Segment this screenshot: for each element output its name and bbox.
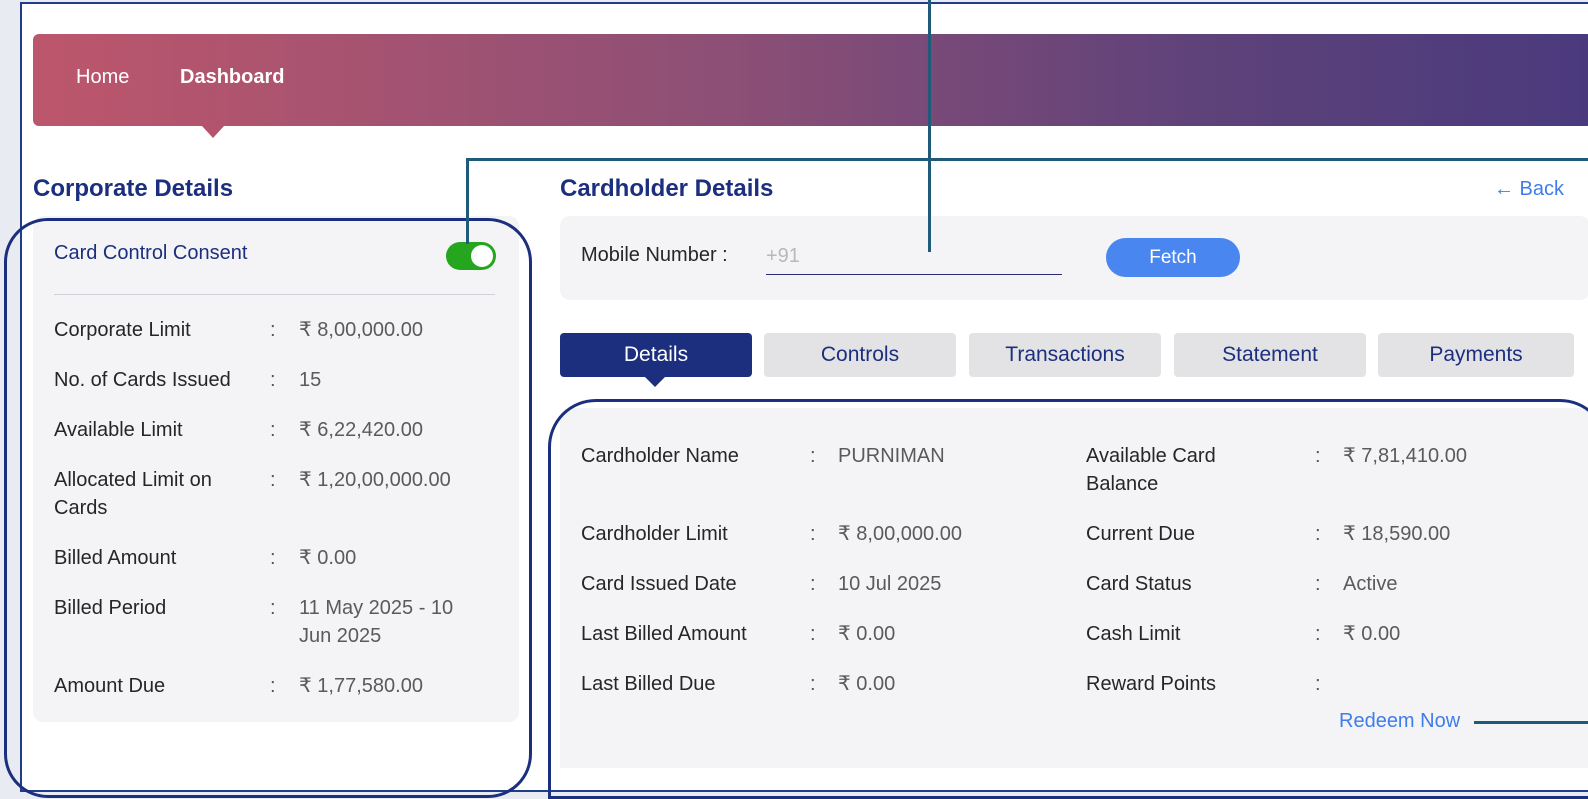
- cardholder-details-title: Cardholder Details: [560, 175, 774, 202]
- active-tab-caret: [645, 377, 665, 387]
- tab-controls[interactable]: Controls: [764, 333, 956, 377]
- tab-details[interactable]: Details: [560, 333, 752, 377]
- annotation-connector: [466, 158, 1588, 161]
- nav-home-link[interactable]: Home: [76, 66, 129, 89]
- annotation-connector: [466, 158, 469, 244]
- corporate-highlight-outline: [4, 218, 532, 798]
- tab-transactions[interactable]: Transactions: [969, 333, 1161, 377]
- nav-dashboard-link[interactable]: Dashboard: [180, 66, 284, 89]
- tab-payments[interactable]: Payments: [1378, 333, 1574, 377]
- annotation-connector: [1474, 721, 1588, 724]
- details-highlight-outline: [548, 399, 1588, 799]
- mobile-number-label: Mobile Number :: [581, 244, 728, 266]
- back-link[interactable]: ← Back: [1494, 178, 1564, 201]
- mobile-number-input[interactable]: [766, 238, 1062, 275]
- fetch-button[interactable]: Fetch: [1106, 238, 1240, 277]
- annotation-connector: [928, 0, 931, 252]
- corporate-details-title: Corporate Details: [33, 175, 234, 202]
- tab-statement[interactable]: Statement: [1174, 333, 1366, 377]
- nav-active-caret: [202, 126, 224, 138]
